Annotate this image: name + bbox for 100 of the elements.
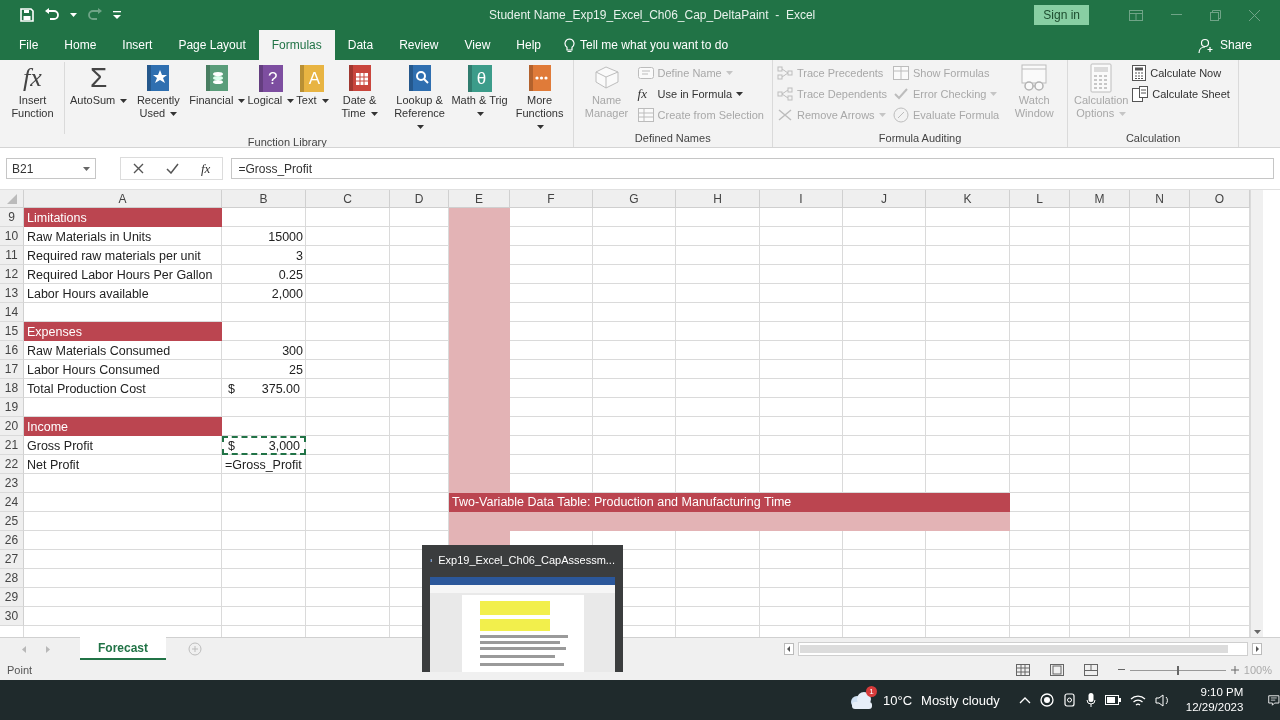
table-cell[interactable]: $ 375.00 (222, 379, 306, 398)
table-cell[interactable]: 3 (222, 246, 306, 265)
row-header[interactable]: 14 (0, 303, 24, 322)
ribbon-button[interactable]: Σ AutoSum (69, 62, 129, 134)
column-header[interactable]: O (1190, 190, 1250, 208)
column-header[interactable]: C (306, 190, 390, 208)
ribbon-button[interactable]: Calculate Now (1131, 62, 1231, 83)
column-header[interactable]: L (1010, 190, 1070, 208)
row-header[interactable]: 26 (0, 531, 24, 550)
scroll-left-icon[interactable] (784, 643, 794, 655)
row-header[interactable]: 28 (0, 569, 24, 588)
row-header[interactable]: 12 (0, 265, 24, 284)
microphone-icon[interactable] (1085, 692, 1096, 708)
row-header[interactable]: 29 (0, 588, 24, 607)
column-header[interactable]: N (1130, 190, 1190, 208)
ribbon-tab[interactable]: Formulas (258, 30, 335, 60)
chevron-up-icon[interactable] (1018, 696, 1031, 704)
row-header[interactable]: 9 (0, 208, 24, 227)
ribbon-tab[interactable]: Insert (109, 30, 166, 60)
table-cell[interactable]: Labor Hours available (24, 284, 222, 303)
ribbon-tab[interactable]: Page Layout (165, 30, 259, 60)
record-icon[interactable] (1039, 693, 1054, 707)
row-header[interactable]: 13 (0, 284, 24, 303)
table-cell[interactable]: =Gross_Profit (222, 455, 306, 474)
row-header[interactable]: 23 (0, 474, 24, 493)
ribbon-button[interactable]: A Text (295, 62, 330, 134)
row-header[interactable]: 22 (0, 455, 24, 474)
row-header[interactable]: 21 (0, 436, 24, 455)
ribbon-button[interactable]: Calculate Sheet (1131, 83, 1231, 104)
customize-icon[interactable] (113, 11, 121, 19)
row-header[interactable]: 30 (0, 607, 24, 626)
row-header[interactable]: 16 (0, 341, 24, 360)
clock-date[interactable]: 12/29/2023 (1185, 700, 1244, 715)
save-icon[interactable] (20, 8, 34, 22)
column-header[interactable]: H (676, 190, 760, 208)
ribbon-tab[interactable]: View (451, 30, 504, 60)
column-header[interactable]: I (760, 190, 843, 208)
table-cell[interactable]: Net Profit (24, 455, 222, 474)
row-header[interactable]: 17 (0, 360, 24, 379)
zoom-in-icon[interactable] (1230, 666, 1239, 674)
insert-function-button[interactable]: fx (201, 160, 211, 177)
row-header[interactable]: 15 (0, 322, 24, 341)
row-header[interactable]: 24 (0, 493, 24, 512)
table-cell[interactable]: Limitations (24, 208, 222, 227)
table-cell[interactable]: Raw Materials Consumed (24, 341, 222, 360)
table-cell[interactable]: Expenses (24, 322, 222, 341)
wifi-icon[interactable] (1129, 693, 1146, 707)
clock-time[interactable]: 9:10 PM (1200, 685, 1244, 700)
column-header[interactable]: M (1070, 190, 1130, 208)
ribbon-button[interactable]: Date & Time (329, 62, 390, 134)
column-header[interactable]: D (390, 190, 449, 208)
row-header[interactable]: 27 (0, 550, 24, 569)
row-header[interactable]: 18 (0, 379, 24, 398)
row-header[interactable]: 10 (0, 227, 24, 246)
column-header[interactable]: F (510, 190, 593, 208)
scroll-down-icon[interactable] (1253, 630, 1261, 634)
table-cell[interactable]: $ 3,000 (222, 436, 306, 455)
table-cell[interactable]: Two-Variable Data Table: Production and Manufacturing Time (452, 493, 792, 512)
page-break-icon[interactable] (1083, 664, 1098, 676)
formula-field[interactable]: =Gross_Profit (231, 158, 1274, 179)
table-cell[interactable]: Labor Hours Consumed (24, 360, 222, 379)
ribbon-button[interactable]: fx Use in Formula (636, 83, 765, 104)
speaker-icon[interactable] (1154, 693, 1171, 707)
ribbon-button[interactable]: Financial (188, 62, 247, 134)
table-cell[interactable]: 300 (222, 341, 306, 360)
sign-in-button[interactable]: Sign in (1034, 5, 1089, 25)
cancel-icon[interactable] (133, 163, 144, 174)
check-icon[interactable] (166, 163, 179, 174)
ribbon-tab[interactable]: Data (334, 30, 387, 60)
column-header[interactable]: E (449, 190, 510, 208)
cloud-icon[interactable] (848, 691, 874, 709)
row-header[interactable]: 20 (0, 417, 24, 436)
ribbon-tab[interactable]: File (6, 30, 52, 60)
ribbon-button[interactable]: fx Insert Function (5, 62, 65, 134)
name-box[interactable]: B21 (6, 158, 96, 179)
column-header[interactable]: B (222, 190, 306, 208)
share-button[interactable]: Share (1191, 30, 1258, 60)
row-header[interactable]: 11 (0, 246, 24, 265)
table-cell[interactable]: Raw Materials in Units (24, 227, 222, 246)
page-layout-icon[interactable] (1049, 664, 1064, 676)
table-cell[interactable]: 0.25 (222, 265, 306, 284)
table-cell[interactable]: 25 (222, 360, 306, 379)
notifications-icon[interactable] (1268, 692, 1280, 708)
column-header[interactable]: A (24, 190, 222, 208)
ribbon-tab[interactable]: Review (386, 30, 452, 60)
column-header[interactable]: G (593, 190, 676, 208)
normal-view-icon[interactable] (1015, 664, 1030, 676)
table-cell[interactable]: 2,000 (222, 284, 306, 303)
window-preview-title[interactable]: Exp19_Excel_Ch06_CapAssessm... (438, 554, 615, 566)
table-cell[interactable]: Required raw materials per unit (24, 246, 222, 265)
ribbon-button[interactable]: ? Logical (246, 62, 296, 134)
battery-icon[interactable] (1104, 695, 1121, 705)
scroll-right-icon[interactable] (1252, 643, 1262, 655)
camera-icon[interactable] (1062, 693, 1077, 707)
horizontal-scrollbar[interactable] (798, 642, 1248, 656)
column-header[interactable]: J (843, 190, 926, 208)
sheet-tab[interactable]: Forecast (80, 637, 167, 660)
table-cell[interactable]: Gross Profit (24, 436, 222, 455)
table-cell[interactable]: 15000 (222, 227, 306, 246)
table-cell[interactable]: Total Production Cost (24, 379, 222, 398)
